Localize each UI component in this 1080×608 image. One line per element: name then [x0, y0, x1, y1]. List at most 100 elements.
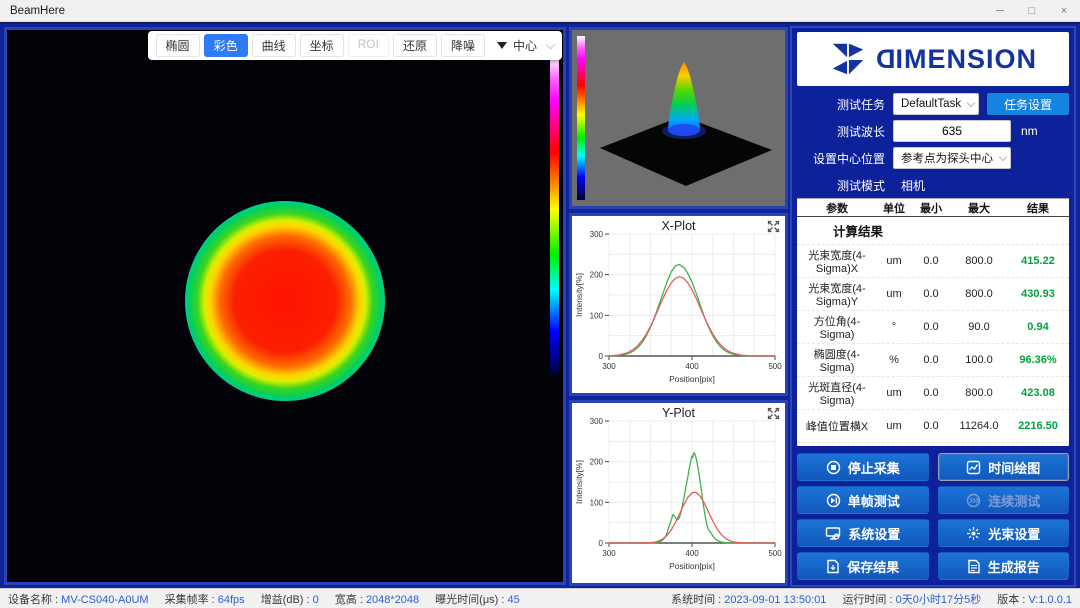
status-label: 曝光时间(μs) :	[435, 594, 507, 606]
status-value: MV-CS040-A0UM	[61, 594, 148, 606]
beam-image-panel[interactable]: 椭圆彩色曲线坐标ROI还原降噪 中心	[4, 27, 566, 585]
control-panel: DIMENSION 测试任务 DefaultTask 任务设置 测试波长 nm …	[790, 26, 1076, 587]
status-item: 增益(dB) : 0	[261, 591, 319, 607]
status-bar: 设备名称 : MV-CS040-A0UM 采集帧率 : 64fps 增益(dB) :…	[0, 588, 1080, 608]
cell-min: 0.0	[911, 288, 951, 300]
y-plot-chart: 0100200300300400500Intensity[%]Position[…	[573, 405, 785, 581]
status-item: 设备名称 : MV-CS040-A0UM	[8, 591, 149, 607]
intensity-colorbar	[550, 56, 559, 376]
stop-collect-button[interactable]: 停止采集	[797, 453, 929, 481]
status-value: 0天0小时17分5秒	[896, 594, 982, 606]
generate-report-button[interactable]: 生成报告	[938, 552, 1070, 580]
y-plot-panel: Y-Plot 0100200300300400500Intensity[%]Po…	[569, 400, 788, 586]
minimize-icon[interactable]: ─	[984, 0, 1016, 21]
svg-text:Position[pix]: Position[pix]	[669, 561, 715, 571]
beam-3d-panel[interactable]	[569, 27, 788, 209]
center-mode-label[interactable]: 中心	[513, 37, 537, 54]
table-row: 光束宽度(4-Sigma)Xum0.0800.0415.22	[797, 245, 1069, 278]
curve-button[interactable]: 曲线	[252, 34, 296, 57]
cell-min: 0.0	[911, 387, 951, 399]
svg-text:300: 300	[602, 549, 616, 558]
time-plot-button[interactable]: 时间绘图	[938, 453, 1070, 481]
svg-text:500: 500	[768, 549, 782, 558]
svg-text:300: 300	[590, 230, 604, 239]
cell-unit: um	[877, 255, 911, 267]
title-bar: BeamHere ─ □ ×	[0, 0, 1080, 22]
center-position-label: 设置中心位置	[797, 150, 893, 167]
status-item: 宽高 : 2048*2048	[335, 591, 419, 607]
table-row: 方位角(4-Sigma)°0.090.00.94	[797, 311, 1069, 344]
status-value: 2023-09-01 13:50:01	[724, 594, 826, 606]
settings-form: 测试任务 DefaultTask 任务设置 测试波长 nm 设置中心位置 参考点…	[797, 93, 1069, 196]
cell-max: 800.0	[951, 288, 1007, 300]
close-icon[interactable]: ×	[1048, 0, 1080, 21]
cell-max: 11264.0	[951, 420, 1007, 432]
denoise-button[interactable]: 降噪	[441, 34, 485, 57]
single-frame-button[interactable]: 单帧测试	[797, 486, 929, 514]
status-item: 系统时间 : 2023-09-01 13:50:01	[671, 591, 826, 607]
action-button-label: 光束设置	[988, 524, 1040, 543]
svg-text:Position[pix]: Position[pix]	[669, 374, 715, 384]
table-row: 光斑直径(4-Sigma)um0.0800.0423.08	[797, 377, 1069, 410]
cell-param: 椭圆度(4-Sigma)	[797, 346, 877, 374]
cell-unit: um	[877, 420, 911, 432]
cell-param: 光斑直径(4-Sigma)	[797, 379, 877, 407]
status-label: 增益(dB) :	[261, 594, 313, 606]
svg-text:300: 300	[590, 417, 604, 426]
system-settings-button[interactable]: 系统设置	[797, 519, 929, 547]
svg-text:Intensity[%]: Intensity[%]	[574, 460, 584, 504]
cell-param: 峰值位置横X	[797, 418, 877, 434]
status-label: 宽高 :	[335, 594, 366, 606]
save-icon	[826, 559, 840, 574]
task-settings-button[interactable]: 任务设置	[987, 93, 1069, 115]
cell-result: 2216.50	[1007, 420, 1069, 432]
beam-spot	[185, 201, 385, 401]
svg-text:500: 500	[768, 362, 782, 371]
center-position-select[interactable]: 参考点为探头中心	[893, 147, 1011, 169]
svg-text:0: 0	[599, 352, 604, 361]
svg-text:200: 200	[590, 458, 604, 467]
status-label: 运行时间 :	[842, 594, 895, 606]
action-button-label: 保存结果	[847, 557, 899, 576]
main-area: 椭圆彩色曲线坐标ROI还原降噪 中心 X-Plot	[0, 22, 1080, 588]
coords-button[interactable]: 坐标	[300, 34, 344, 57]
status-label: 系统时间 :	[671, 594, 724, 606]
task-label: 测试任务	[797, 96, 893, 113]
action-button-label: 单帧测试	[848, 491, 900, 510]
cell-unit: %	[877, 354, 911, 366]
roi-button: ROI	[348, 34, 389, 57]
cell-result: 423.08	[1007, 387, 1069, 399]
cell-result: 0.94	[1007, 321, 1069, 333]
cell-result: 96.36%	[1007, 354, 1069, 366]
color-button[interactable]: 彩色	[204, 34, 248, 57]
beam-view-toolbar: 椭圆彩色曲线坐标ROI还原降噪 中心	[148, 31, 562, 60]
chevron-down-icon[interactable]	[546, 39, 556, 49]
timeplot-icon	[966, 460, 981, 475]
brand-name: DIMENSION	[875, 44, 1037, 75]
status-item: 版本 : V:1.0.0.1	[997, 591, 1072, 607]
svg-text:300: 300	[602, 362, 616, 371]
cell-max: 800.0	[951, 255, 1007, 267]
report-icon	[967, 559, 981, 574]
wavelength-input[interactable]	[893, 120, 1011, 142]
beam-settings-button[interactable]: 光束设置	[938, 519, 1070, 547]
maximize-icon[interactable]: □	[1016, 0, 1048, 21]
svg-text:400: 400	[685, 549, 699, 558]
x-plot-panel: X-Plot 0100200300300400500Intensity[%]Po…	[569, 213, 788, 396]
status-label: 版本 :	[997, 594, 1028, 606]
action-button-label: 连续测试	[988, 491, 1040, 510]
dropdown-triangle-icon[interactable]	[497, 42, 507, 49]
save-results-button[interactable]: 保存结果	[797, 552, 929, 580]
ellipse-button[interactable]: 椭圆	[156, 34, 200, 57]
cell-result: 415.22	[1007, 255, 1069, 267]
svg-text:200: 200	[590, 271, 604, 280]
stop-icon	[826, 460, 841, 475]
status-value: 64fps	[218, 594, 245, 606]
task-select[interactable]: DefaultTask	[893, 93, 979, 115]
status-value: 0	[313, 594, 319, 606]
brand-logo: DIMENSION	[797, 32, 1069, 86]
status-label: 采集帧率 :	[165, 594, 218, 606]
status-item: 运行时间 : 0天0小时17分5秒	[842, 591, 981, 607]
status-value: 45	[508, 594, 520, 606]
restore-button[interactable]: 还原	[393, 34, 437, 57]
